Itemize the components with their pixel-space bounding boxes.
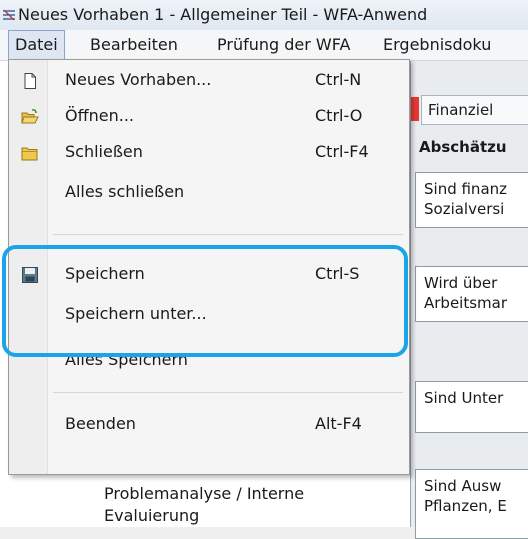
menu-item-shortcut: Alt-F4: [315, 414, 362, 433]
menu-ergebnisdoku[interactable]: Ergebnisdoku: [383, 30, 491, 60]
tree-node-problemanalyse[interactable]: Problemanalyse / Interne Evaluierung: [104, 483, 304, 527]
question-line1: Sind finanz: [424, 180, 508, 198]
menu-separator: [53, 234, 403, 235]
file-menu-dropdown: Neues Vorhaben... Ctrl-N Öffnen... Ctrl-…: [8, 59, 410, 475]
tree-node-line1: Problemanalyse / Interne: [104, 484, 305, 503]
question-box[interactable]: Sind finanz Sozialversi: [415, 172, 528, 228]
menu-item-neues-vorhaben[interactable]: Neues Vorhaben... Ctrl-N: [9, 62, 409, 98]
question-line1: Wird über: [424, 274, 498, 292]
menu-item-label: Speichern: [65, 264, 145, 283]
save-disk-icon: [22, 267, 38, 283]
window-title: Neues Vorhaben 1 - Allgemeiner Teil - WF…: [18, 5, 428, 24]
question-box[interactable]: Wird über Arbeitsmar: [415, 266, 528, 322]
menu-item-label: Speichern unter...: [65, 304, 207, 323]
section-title: Abschätzu: [419, 138, 507, 156]
question-box[interactable]: Sind Ausw Pflanzen, E: [415, 469, 528, 539]
menu-pruefung-der-wfa[interactable]: Prüfung der WFA: [217, 30, 350, 60]
menu-bar: Datei Bearbeiten Prüfung der WFA Ergebni…: [0, 30, 528, 61]
question-line1: Sind Ausw: [424, 477, 502, 495]
menu-item-shortcut: Ctrl-N: [315, 70, 362, 89]
tab-status-marker: [411, 97, 419, 121]
question-line2: Pflanzen, E: [424, 497, 507, 515]
menu-item-shortcut: Ctrl-S: [315, 264, 360, 283]
menu-item-shortcut: Ctrl-O: [315, 106, 363, 125]
menu-item-label: Beenden: [65, 414, 136, 433]
menu-item-speichern[interactable]: Speichern Ctrl-S: [9, 256, 409, 292]
question-line2: Arbeitsmar: [424, 294, 508, 312]
menu-item-label: Schließen: [65, 142, 143, 161]
tree-node-line2: Evaluierung: [104, 506, 200, 525]
menu-item-oeffnen[interactable]: Öffnen... Ctrl-O: [9, 98, 409, 134]
menu-item-label: Alles Speichern: [65, 350, 188, 369]
menu-item-speichern-unter[interactable]: Speichern unter...: [9, 296, 409, 332]
question-line2: Sozialversi: [424, 200, 505, 218]
close-folder-icon: [21, 147, 38, 161]
app-icon: [3, 9, 15, 21]
new-document-icon: [24, 73, 36, 89]
menu-bearbeiten[interactable]: Bearbeiten: [90, 30, 178, 60]
menu-item-label: Alles schließen: [65, 182, 185, 201]
open-folder-icon: [21, 109, 39, 124]
menu-item-label: Öffnen...: [65, 106, 134, 125]
question-box[interactable]: Sind Unter: [415, 381, 528, 433]
menu-item-label: Neues Vorhaben...: [65, 70, 212, 89]
menu-item-schliessen[interactable]: Schließen Ctrl-F4: [9, 134, 409, 170]
tab-finanziell[interactable]: Finanziel: [421, 95, 528, 125]
question-line1: Sind Unter: [424, 389, 504, 407]
menu-item-alles-speichern[interactable]: Alles Speichern: [9, 342, 409, 378]
menu-datei[interactable]: Datei: [8, 30, 65, 60]
menu-item-alles-schliessen[interactable]: Alles schließen: [9, 174, 409, 210]
question-panel: Finanziel Abschätzu Sind finanz Sozialve…: [410, 61, 528, 539]
menu-separator: [53, 392, 403, 393]
menu-item-shortcut: Ctrl-F4: [315, 142, 369, 161]
menu-item-beenden[interactable]: Beenden Alt-F4: [9, 406, 409, 442]
title-bar: Neues Vorhaben 1 - Allgemeiner Teil - WF…: [0, 0, 528, 31]
